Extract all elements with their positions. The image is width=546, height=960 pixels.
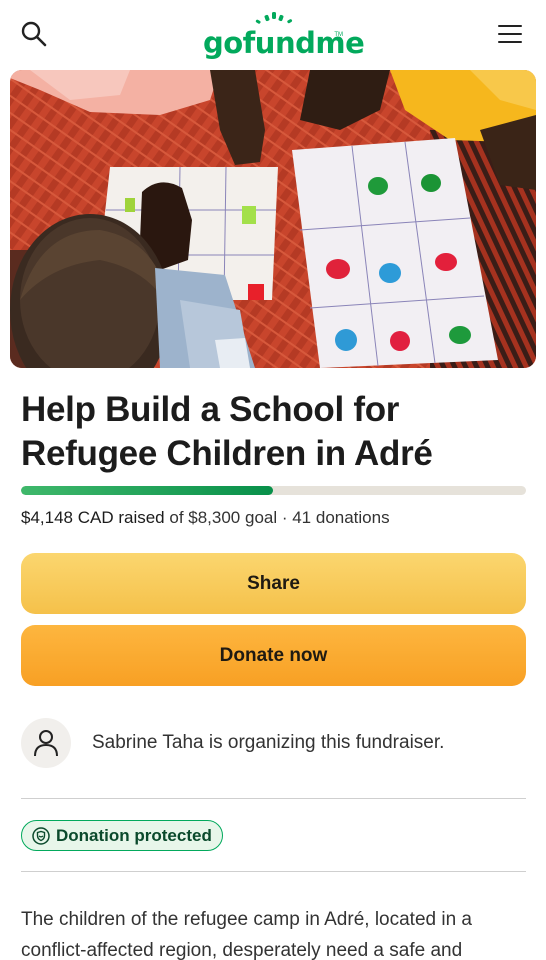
section-divider xyxy=(21,871,526,872)
organizer-text[interactable]: Sabrine Taha is organizing this fundrais… xyxy=(92,732,444,754)
logo-wordmark: gofundme xyxy=(203,26,365,60)
menu-button[interactable] xyxy=(494,18,526,50)
organizer-avatar[interactable] xyxy=(21,718,71,768)
shield-icon xyxy=(32,826,50,845)
gofundme-logo[interactable]: gofundme TM xyxy=(203,12,365,64)
fundraising-progress-bar xyxy=(21,486,526,495)
share-button[interactable]: Share xyxy=(21,553,526,614)
logo-trademark: TM xyxy=(334,32,343,38)
children-playing-on-paper-grids-photo xyxy=(10,70,536,368)
donate-now-button[interactable]: Donate now xyxy=(21,625,526,686)
goal-and-donations: of $8,300 goal · 41 donations xyxy=(164,508,390,527)
hamburger-menu-icon xyxy=(498,25,522,43)
fundraising-stats: $4,148 CAD raised of $8,300 goal · 41 do… xyxy=(21,508,390,528)
section-divider xyxy=(21,798,526,799)
campaign-hero-image[interactable] xyxy=(10,70,536,368)
top-navigation-bar: gofundme TM xyxy=(0,0,546,70)
search-button[interactable] xyxy=(18,18,50,50)
campaign-story-text: The children of the refugee camp in Adré… xyxy=(21,909,472,960)
user-icon xyxy=(34,730,58,757)
donation-protected-label: Donation protected xyxy=(56,825,212,845)
donation-protected-badge[interactable]: Donation protected xyxy=(21,820,223,851)
progress-bar-fill xyxy=(21,486,274,495)
amount-raised: $4,148 CAD raised xyxy=(21,508,165,527)
search-icon xyxy=(21,21,47,47)
campaign-title: Help Build a School for Refugee Children… xyxy=(21,390,433,473)
organizer-info: Sabrine Taha is organizing this fundrais… xyxy=(21,718,526,768)
